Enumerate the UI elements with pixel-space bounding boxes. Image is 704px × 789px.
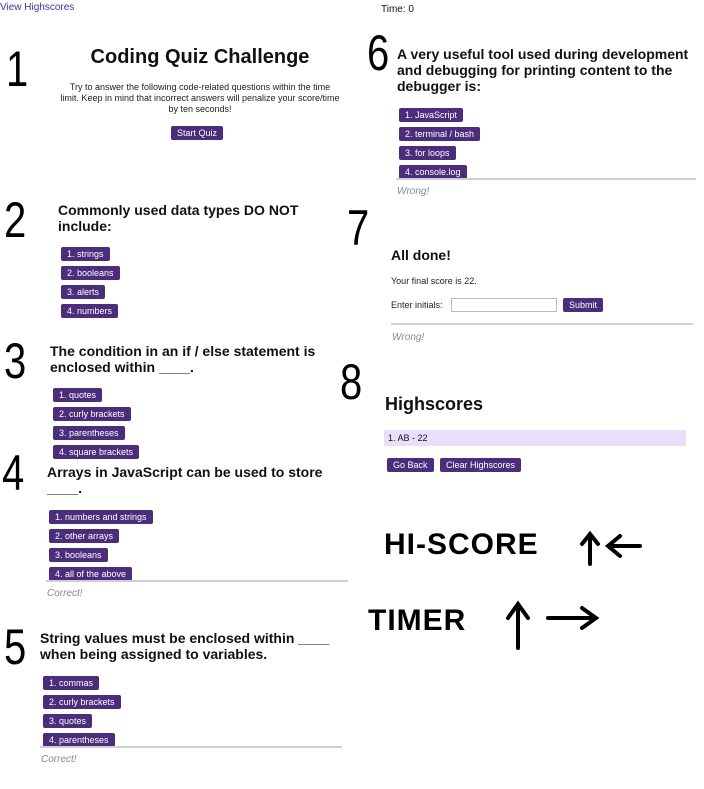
answer-list: 1. JavaScript 2. terminal / bash 3. for … xyxy=(399,108,481,184)
view-highscores-link[interactable]: View Highscores xyxy=(0,2,74,13)
answer-button[interactable]: 2. booleans xyxy=(61,266,120,280)
answer-button[interactable]: 4. all of the above xyxy=(49,567,133,581)
question-line: String values must be enclosed within __… xyxy=(40,630,330,646)
answer-button[interactable]: 4. numbers xyxy=(61,304,119,318)
answer-button[interactable]: 4. console.log xyxy=(399,165,467,179)
answer-button[interactable]: 4. parentheses xyxy=(43,733,115,747)
question-text: A very useful tool used during developme… xyxy=(397,46,699,94)
panel-number-1: 1 xyxy=(6,41,29,97)
timer-display: Time: 0 xyxy=(381,4,414,15)
answer-button[interactable]: 2. terminal / bash xyxy=(399,127,481,141)
answer-button[interactable]: 2. other arrays xyxy=(49,529,120,543)
panel-number-8: 8 xyxy=(340,354,363,410)
initials-input[interactable] xyxy=(451,298,557,312)
question-text: The condition in an if / else statement … xyxy=(50,343,350,375)
all-done-title: All done! xyxy=(391,247,451,263)
panel-number-5: 5 xyxy=(4,619,27,675)
answer-button[interactable]: 4. square brackets xyxy=(53,445,140,459)
question-text: Commonly used data types DO NOT include: xyxy=(58,202,348,234)
highscore-entry: 1. AB - 22 xyxy=(384,430,686,446)
panel-number-4: 4 xyxy=(2,445,25,501)
question-line: Commonly used data types DO NOT xyxy=(58,202,299,218)
divider xyxy=(46,580,348,582)
answer-button[interactable]: 3. alerts xyxy=(61,285,106,299)
highscores-title: Highscores xyxy=(385,394,484,414)
answer-button[interactable]: 3. booleans xyxy=(49,548,108,562)
question-text: String values must be enclosed within __… xyxy=(40,630,345,662)
answer-feedback: Correct! xyxy=(41,754,77,765)
question-line: and debugging for printing content to th… xyxy=(397,62,673,78)
question-line: ____. xyxy=(47,480,83,496)
question-line: when being assigned to variables. xyxy=(40,646,268,662)
go-back-button[interactable]: Go Back xyxy=(387,458,434,472)
panel-number-2: 2 xyxy=(4,192,27,248)
question-line: Arrays in JavaScript can be used to stor… xyxy=(47,464,323,480)
clear-highscores-button[interactable]: Clear Highscores xyxy=(440,458,522,472)
intro-line: Try to answer the following code-related… xyxy=(69,82,331,92)
final-score-text: Your final score is 22. xyxy=(391,276,477,286)
answer-button[interactable]: 1. strings xyxy=(61,247,110,261)
answer-list: 1. commas 2. curly brackets 3. quotes 4.… xyxy=(43,676,121,752)
question-line: The condition in an if / else statement … xyxy=(50,343,316,359)
intro-line: limit. Keep in mind that incorrect answe… xyxy=(60,93,340,103)
start-quiz-button[interactable]: Start Quiz xyxy=(171,126,224,140)
question-text: Arrays in JavaScript can be used to stor… xyxy=(47,464,347,496)
quiz-title: Coding Quiz Challenge xyxy=(90,46,310,68)
hiscore-annotation: HI-SCORE xyxy=(384,528,539,561)
answer-button[interactable]: 1. JavaScript xyxy=(399,108,464,122)
answer-button[interactable]: 3. quotes xyxy=(43,714,93,728)
answer-button[interactable]: 3. parentheses xyxy=(53,426,125,440)
answer-feedback: Wrong! xyxy=(392,332,425,343)
up-and-left-arrows-icon xyxy=(580,530,642,566)
up-and-right-arrows-icon xyxy=(506,600,600,650)
answer-button[interactable]: 1. commas xyxy=(43,676,100,690)
divider xyxy=(391,323,693,325)
answer-feedback: Wrong! xyxy=(397,186,430,197)
answer-list: 1. numbers and strings 2. other arrays 3… xyxy=(49,510,153,586)
quiz-intro: Try to answer the following code-related… xyxy=(52,82,348,115)
question-line: include: xyxy=(58,218,112,234)
answer-button[interactable]: 3. for loops xyxy=(399,146,456,160)
panel-number-3: 3 xyxy=(4,333,27,389)
answer-list: 1. quotes 2. curly brackets 3. parenthes… xyxy=(53,388,140,464)
intro-line: by ten seconds! xyxy=(168,104,232,114)
answer-feedback: Correct! xyxy=(47,588,83,599)
answer-button[interactable]: 2. curly brackets xyxy=(53,407,131,421)
panel-number-7: 7 xyxy=(347,200,370,256)
submit-button[interactable]: Submit xyxy=(563,298,604,312)
answer-list: 1. strings 2. booleans 3. alerts 4. numb… xyxy=(61,247,120,323)
divider xyxy=(396,178,696,180)
initials-label: Enter initials: xyxy=(391,300,443,310)
question-line: enclosed within ____. xyxy=(50,359,194,375)
question-line: debugger is: xyxy=(397,78,482,94)
timer-annotation: TIMER xyxy=(368,604,467,637)
question-line: A very useful tool used during developme… xyxy=(397,46,689,62)
answer-button[interactable]: 1. numbers and strings xyxy=(49,510,153,524)
answer-button[interactable]: 1. quotes xyxy=(53,388,103,402)
answer-button[interactable]: 2. curly brackets xyxy=(43,695,121,709)
panel-number-6: 6 xyxy=(367,25,390,81)
divider xyxy=(40,746,342,748)
